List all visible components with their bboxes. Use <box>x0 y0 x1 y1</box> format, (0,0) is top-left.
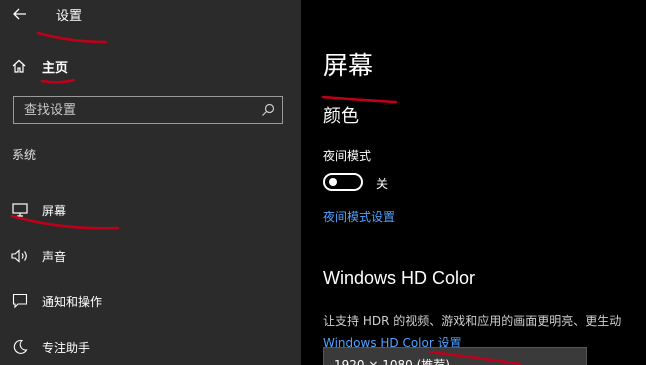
main-content: 屏幕 颜色 夜间模式 关 夜间模式设置 Windows HD Color 让支持… <box>301 0 646 365</box>
sidebar-item-label: 声音 <box>42 249 67 264</box>
sidebar-item-label: 通知和操作 <box>42 294 103 309</box>
night-mode-label: 夜间模式 <box>323 149 372 163</box>
page-title: 屏幕 <box>323 51 374 80</box>
search-input[interactable] <box>14 97 254 123</box>
resolution-dropdown[interactable]: 1920 × 1080 (推荐) <box>323 347 587 365</box>
sidebar: 设置 主页 系统 屏幕 声音 通知和操作 专注助手 <box>0 0 301 365</box>
hd-color-heading: Windows HD Color <box>323 268 476 288</box>
notification-icon <box>10 291 30 311</box>
monitor-icon <box>10 200 30 220</box>
sidebar-item-label: 专注助手 <box>42 340 91 355</box>
search-box[interactable] <box>13 96 283 124</box>
app-title: 设置 <box>56 9 83 24</box>
search-icon[interactable] <box>260 102 276 118</box>
night-mode-settings-link[interactable]: 夜间模式设置 <box>323 208 395 225</box>
home-icon <box>12 59 26 73</box>
sidebar-item-display[interactable]: 屏幕 <box>10 198 66 222</box>
back-arrow-icon[interactable] <box>10 4 30 24</box>
home-label: 主页 <box>42 60 69 76</box>
sidebar-item-notifications[interactable]: 通知和操作 <box>10 289 102 313</box>
section-label-system: 系统 <box>12 148 37 162</box>
resolution-value: 1920 × 1080 (推荐) <box>334 358 450 365</box>
speaker-icon <box>10 246 30 266</box>
night-mode-state: 关 <box>376 177 389 191</box>
hd-color-description: 让支持 HDR 的视频、游戏和应用的画面更明亮、更生动 <box>323 314 622 328</box>
night-mode-toggle[interactable] <box>323 173 363 191</box>
sidebar-item-label: 屏幕 <box>42 203 67 218</box>
sidebar-item-focus-assist[interactable]: 专注助手 <box>10 335 90 359</box>
sidebar-item-sound[interactable]: 声音 <box>10 244 66 268</box>
moon-icon <box>10 337 30 357</box>
home-nav-item[interactable]: 主页 <box>12 55 68 77</box>
color-heading: 颜色 <box>323 106 359 127</box>
toggle-knob <box>329 178 337 186</box>
